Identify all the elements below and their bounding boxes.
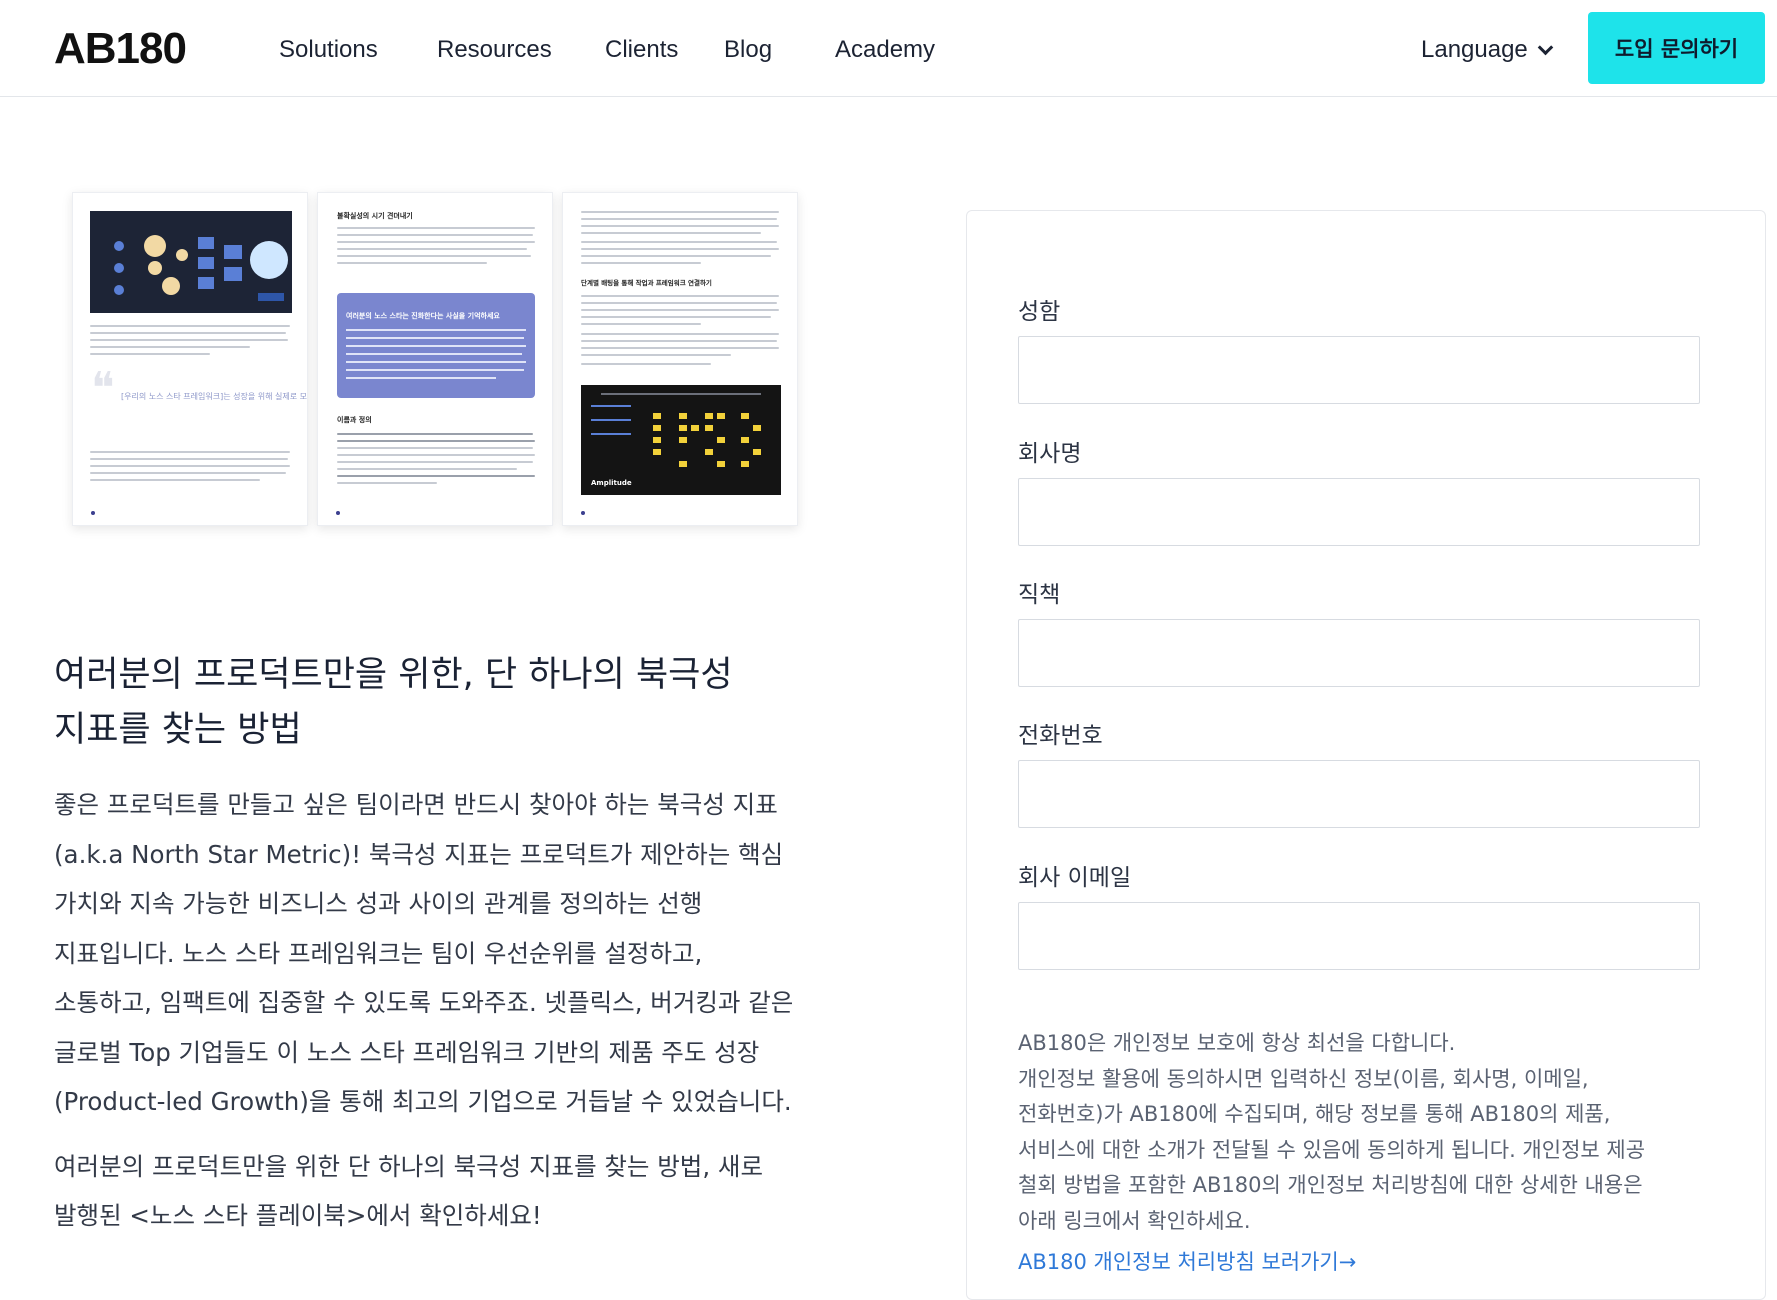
chevron-down-icon <box>1537 39 1554 55</box>
description-line: (Product-led Growth)을 통해 최고의 기업으로 거듭날 수 … <box>54 1087 792 1116</box>
privacy-notice: AB180은 개인정보 보호에 항상 최선을 다합니다. 개인정보 활용에 동의… <box>1018 1026 1718 1239</box>
headline-line-1: 여러분의 프로덕트만을 위한, 단 하나의 북극성 <box>54 655 733 695</box>
privacy-line: 아래 링크에서 확인하세요. <box>1018 1208 1251 1233</box>
email-input[interactable] <box>1018 902 1700 970</box>
ab180-logo[interactable]: AB180 <box>54 24 187 74</box>
privacy-line: 철회 방법을 포함한 AB180의 개인정보 처리방침에 대한 상세한 내용은 <box>1018 1173 1643 1197</box>
job-title-input[interactable] <box>1018 619 1700 687</box>
preview-section-title: 이름과 정의 <box>337 416 372 424</box>
name-label: 성함 <box>1018 299 1061 325</box>
description-line: 가치와 지속 가능한 비즈니스 성과 사이의 관계를 정의하는 선행 <box>54 889 703 918</box>
preview-page-3: 단계별 배팅을 통해 작업과 프레임워크 연결하기 Amplitude <box>562 192 798 526</box>
closing-line: 발행된 <노스 스타 플레이북>에서 확인하세요! <box>54 1201 542 1230</box>
nav-resources[interactable]: Resources <box>437 36 552 64</box>
description: 좋은 프로덕트를 만들고 싶은 팀이라면 반드시 찾아야 하는 북극성 지표 (… <box>54 780 829 1127</box>
quote-mark-icon: ❝ <box>91 363 115 414</box>
company-label: 회사명 <box>1018 441 1082 467</box>
inquiry-button[interactable]: 도입 문의하기 <box>1588 12 1765 84</box>
preview-page-2: 불확실성의 시기 견뎌내기 여러분의 노스 스타는 진화한다는 사실을 기억하세… <box>317 192 553 526</box>
bets-diagram: Amplitude <box>581 385 781 495</box>
name-input[interactable] <box>1018 336 1700 404</box>
closing-text: 여러분의 프로덕트만을 위한 단 하나의 북극성 지표를 찾는 방법, 새로 발… <box>54 1142 829 1240</box>
privacy-policy-link[interactable]: AB180 개인정보 처리방침 보러가기→ <box>1018 1246 1356 1276</box>
language-selector[interactable]: Language <box>1421 36 1554 64</box>
main-headline: 여러분의 프로덕트만을 위한, 단 하나의 북극성 지표를 찾는 방법 <box>54 648 814 758</box>
tip-title: 여러분의 노스 스타는 진화한다는 사실을 기억하세요 <box>346 312 500 320</box>
privacy-line: 서비스에 대한 소개가 전달될 수 있음에 동의하게 됩니다. 개인정보 제공 <box>1018 1137 1646 1162</box>
privacy-line: AB180은 개인정보 보호에 항상 최선을 다합니다. <box>1018 1031 1456 1055</box>
job-title-label: 직책 <box>1018 582 1061 608</box>
nav-solutions[interactable]: Solutions <box>279 36 378 64</box>
preview-quote: [우리의 노스 스타 프레임워크]는 성장을 위해 실제로 모든 팀이 사용하는… <box>121 392 307 401</box>
email-label: 회사 이메일 <box>1018 865 1132 891</box>
nav-clients[interactable]: Clients <box>605 36 678 64</box>
description-line: 지표입니다. 노스 스타 프레임워크는 팀이 우선순위를 설정하고, <box>54 938 703 968</box>
description-line: 글로벌 Top 기업들도 이 노스 스타 프레임워크 기반의 제품 주도 성장 <box>54 1037 760 1067</box>
phone-input[interactable] <box>1018 760 1700 828</box>
privacy-line: 개인정보 활용에 동의하시면 입력하신 정보(이름, 회사명, 이메일, <box>1018 1066 1589 1091</box>
nav-academy[interactable]: Academy <box>835 36 935 64</box>
framework-diagram <box>90 211 292 313</box>
amplitude-logo: Amplitude <box>591 479 632 487</box>
preview-heading: 불확실성의 시기 견뎌내기 <box>337 212 413 220</box>
description-line: (a.k.a North Star Metric)! 북극성 지표는 프로덕트가… <box>54 839 784 869</box>
closing-line: 여러분의 프로덕트만을 위한 단 하나의 북극성 지표를 찾는 방법, 새로 <box>54 1152 763 1181</box>
description-line: 소통하고, 임팩트에 집중할 수 있도록 도와주죠. 넷플릭스, 버거킹과 같은 <box>54 988 794 1017</box>
description-line: 좋은 프로덕트를 만들고 싶은 팀이라면 반드시 찾아야 하는 북극성 지표 <box>54 790 778 819</box>
nav-blog[interactable]: Blog <box>724 36 772 64</box>
tip-box: 여러분의 노스 스타는 진화한다는 사실을 기억하세요 <box>337 293 535 398</box>
phone-label: 전화번호 <box>1018 723 1103 749</box>
headline-line-2: 지표를 찾는 방법 <box>54 710 302 750</box>
company-input[interactable] <box>1018 478 1700 546</box>
preview-page-1: ❝ [우리의 노스 스타 프레임워크]는 성장을 위해 실제로 모든 팀이 사용… <box>72 192 308 526</box>
preview-heading-3: 단계별 배팅을 통해 작업과 프레임워크 연결하기 <box>581 279 712 287</box>
language-label: Language <box>1421 36 1528 63</box>
privacy-line: 전화번호)가 AB180에 수집되며, 해당 정보를 통해 AB180의 제품, <box>1018 1102 1611 1126</box>
top-navigation: AB180 Solutions Resources Clients Blog A… <box>0 0 1777 97</box>
